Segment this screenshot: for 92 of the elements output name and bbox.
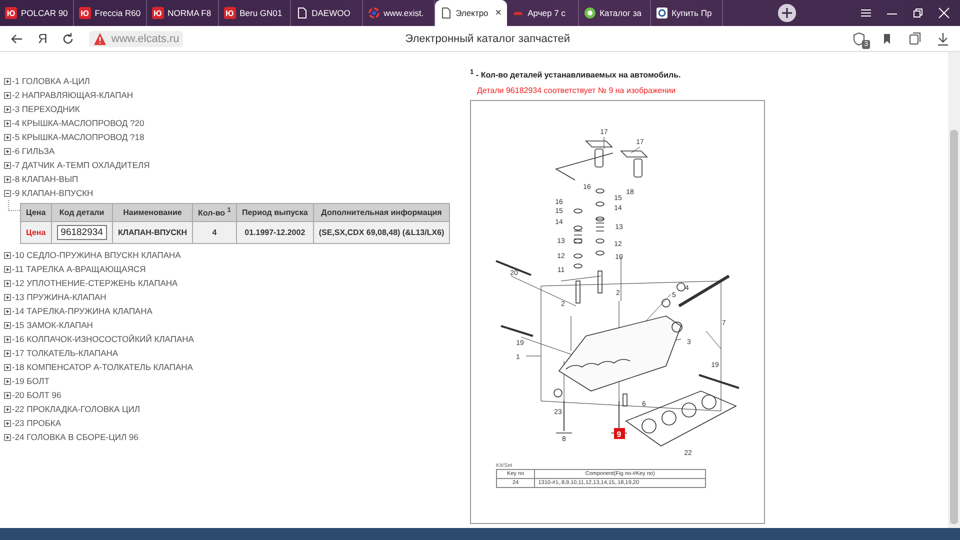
tree-item[interactable]: -14 ТАРЕЛКА-ПРУЖИНА КЛАПАНА (4, 304, 470, 318)
close-icon[interactable]: × (495, 7, 502, 19)
tree-item[interactable]: -8 КЛАПАН-ВЫП (4, 172, 470, 186)
expand-icon[interactable] (4, 392, 11, 398)
tree-item[interactable]: -9 КЛАПАН-ВПУСКН (4, 186, 470, 200)
tree-item[interactable]: -2 НАПРАВЛЯЮЩАЯ-КЛАПАН (4, 88, 470, 102)
expand-icon[interactable] (4, 252, 11, 258)
browser-tab[interactable]: Купить Пр (650, 0, 723, 26)
expand-icon[interactable] (4, 162, 11, 168)
tree-item[interactable]: -16 КОЛПАЧОК-ИЗНОСОСТОЙКИЙ КЛАПАНА (4, 332, 470, 346)
tree-item[interactable]: -17 ТОЛКАТЕЛЬ-КЛАПАНА (4, 346, 470, 360)
expand-icon[interactable] (4, 120, 11, 126)
column-header: Кол-во $^{1}$ (192, 204, 236, 222)
column-header: Дополнительная информация (313, 204, 450, 222)
table-cell: 4 (192, 222, 236, 244)
restore-icon[interactable] (912, 7, 924, 19)
expand-icon[interactable] (4, 134, 11, 140)
tree-item[interactable]: -24 ГОЛОВКА В СБОРЕ-ЦИЛ 96 (4, 430, 470, 444)
table-cell: КЛАПАН-ВПУСКН (112, 222, 193, 244)
site-logo-icon: Ю (152, 7, 164, 19)
tree-item[interactable]: -10 СЕДЛО-ПРУЖИНА ВПУСКН КЛАПАНА (4, 248, 470, 262)
part-code-field[interactable]: 96182934 (56, 225, 107, 240)
page-icon (296, 7, 308, 19)
tree-item[interactable]: -15 ЗАМОК-КЛАПАН (4, 318, 470, 332)
expand-icon[interactable] (4, 266, 11, 272)
tree-item[interactable]: -3 ПЕРЕХОДНИК (4, 102, 470, 116)
browser-tab[interactable]: Арчер 7 с (506, 0, 579, 26)
expand-icon[interactable] (4, 336, 11, 342)
tree-item[interactable]: -6 ГИЛЬЗА (4, 144, 470, 158)
collapse-icon[interactable] (4, 190, 11, 196)
tree-item[interactable]: -11 ТАРЕЛКА А-ВРАЩАЮЩАЯСЯ (4, 262, 470, 276)
table-cell: 01.1997-12.2002 (236, 222, 314, 244)
scrollbar[interactable] (948, 52, 960, 528)
menu-icon[interactable] (860, 7, 872, 19)
ring-icon (656, 7, 668, 19)
expand-icon[interactable] (4, 364, 11, 370)
site-logo-icon: Ю (5, 7, 17, 19)
collections-icon[interactable] (908, 32, 922, 46)
expand-icon[interactable] (4, 176, 11, 182)
browser-logo[interactable]: Я (38, 31, 48, 46)
tree-item[interactable]: -12 УПЛОТНЕНИЕ-СТЕРЖЕНЬ КЛАПАНА (4, 276, 470, 290)
tree-item[interactable]: -18 КОМПЕНСАТОР А-ТОЛКАТЕЛЬ КЛАПАНА (4, 360, 470, 374)
browser-tab[interactable]: DAEWOO (290, 0, 363, 26)
browser-tab[interactable]: Ю Beru GN01 (218, 0, 291, 26)
column-header: Цена (20, 204, 52, 222)
expand-icon[interactable] (4, 92, 11, 98)
tree-item[interactable]: -13 ПРУЖИНА-КЛАПАН (4, 290, 470, 304)
table-cell: (SE,SX,CDX 69,08,48) (&L13/LX6) (313, 222, 450, 244)
footnote-text: $^{1}$ - Кол-во деталей устанавливаемых на автомобиль. (470, 69, 682, 80)
tree-item[interactable]: -22 ПРОКЛАДКА-ГОЛОВКА ЦИЛ (4, 402, 470, 416)
browser-tab[interactable]: Электро × (434, 0, 507, 26)
close-icon[interactable] (938, 7, 950, 19)
site-logo-icon: Ю (224, 7, 236, 19)
column-header: Наименование (112, 204, 193, 222)
tree-item[interactable]: -5 КРЫШКА-МАСЛОПРОВОД ?18 (4, 130, 470, 144)
expand-icon[interactable] (4, 420, 11, 426)
expand-icon[interactable] (4, 294, 11, 300)
expand-icon[interactable] (4, 148, 11, 154)
tree-item[interactable]: -4 КРЫШКА-МАСЛОПРОВОД ?20 (4, 116, 470, 130)
expand-icon[interactable] (4, 322, 11, 328)
column-header: Период выпуска (236, 204, 314, 222)
tree-item[interactable]: -23 ПРОБКА (4, 416, 470, 430)
browser-tab[interactable]: Ю Freccia R60 (74, 0, 147, 26)
browser-tab[interactable]: Ю NORMA F8 (146, 0, 219, 26)
site-logo-icon: Ю (78, 7, 91, 19)
expand-icon[interactable] (4, 78, 11, 84)
browser-tab[interactable]: Каталог за (578, 0, 651, 26)
ring-icon (584, 7, 596, 19)
tree-item[interactable]: -7 ДАТЧИК А-ТЕМП ОХЛАДИТЕЛЯ (4, 158, 470, 172)
page-title: Электронный каталог запчастей (404, 32, 572, 44)
download-icon[interactable] (936, 32, 950, 46)
column-header: Код детали (51, 204, 112, 222)
match-note: Детали 96182934 соответствует № 9 на изображении (477, 86, 677, 95)
back-arrow-icon[interactable] (10, 32, 24, 46)
tree-item[interactable]: -1 ГОЛОВКА А-ЦИЛ (4, 74, 470, 88)
page-icon (440, 7, 452, 19)
expand-icon[interactable] (4, 308, 11, 314)
warning-icon (93, 32, 108, 46)
swirl-icon (368, 7, 380, 19)
expand-icon[interactable] (4, 378, 11, 384)
tree-item[interactable]: -19 БОЛТ (4, 374, 470, 388)
expand-icon[interactable] (4, 280, 11, 286)
shield-icon[interactable] (852, 32, 866, 46)
new-tab-icon[interactable] (778, 4, 796, 22)
expand-icon[interactable] (4, 434, 11, 440)
highlighted-callout[interactable]: 9 (614, 428, 625, 439)
browser-tab[interactable]: Ю POLCAR 90 (0, 0, 74, 26)
expand-icon[interactable] (4, 350, 11, 356)
tree-item[interactable]: -20 БОЛТ 96 (4, 388, 470, 402)
reload-icon[interactable] (61, 32, 76, 46)
expand-icon[interactable] (4, 106, 11, 112)
expand-icon[interactable] (4, 406, 11, 412)
